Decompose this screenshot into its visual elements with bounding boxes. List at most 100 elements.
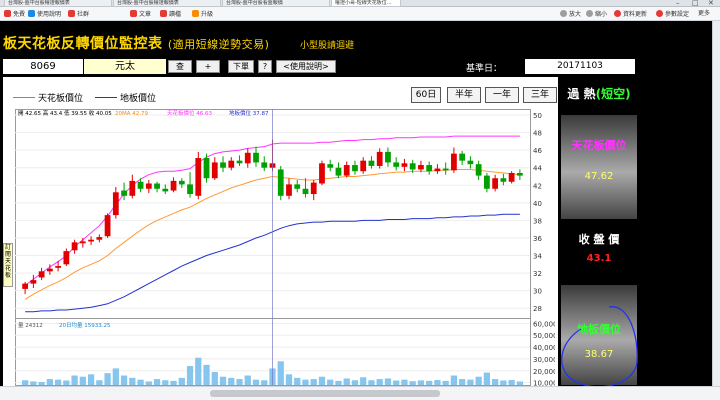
price-tick-label: 28 — [533, 305, 542, 313]
horizontal-scrollbar[interactable] — [0, 386, 720, 400]
toolbar-refresh[interactable]: 資料更新 — [614, 10, 647, 19]
hand-drawn-circle — [561, 306, 638, 387]
minimize-icon[interactable]: – — [676, 0, 680, 7]
volume-bar — [516, 381, 524, 385]
volume-tick-label: 50,000 — [533, 332, 555, 340]
price-tick-label: 34 — [533, 253, 542, 261]
summary-panel: 過 熱(短空) 天花板價位 47.62 收 盤 價 43.1 地板價位 38.6… — [559, 77, 639, 387]
volume-tick-label: 20,000 — [533, 368, 555, 376]
chart-panel: 天花板價位 地板價位 60日 半年 一年 三年 訂閱天花板 28 30 32 34 36… — [3, 77, 558, 387]
toolbar-item-label: 放大 — [569, 11, 582, 18]
close-window-icon[interactable]: ✕ — [708, 0, 714, 7]
volume-bar — [442, 380, 449, 385]
candle-body — [112, 192, 119, 216]
candle-body — [409, 163, 416, 170]
title-note: (適用短線逆勢交易) — [167, 38, 270, 51]
volume-bar — [475, 376, 482, 385]
upgrade-icon — [192, 10, 199, 17]
article-icon — [130, 10, 137, 17]
volume-bar — [219, 376, 227, 385]
browser-tab-active[interactable]: 權證小哥-短線天花板位... — [331, 0, 401, 7]
candle-body — [79, 241, 86, 244]
toolbar-item-upgrade[interactable]: 升級 — [192, 10, 213, 19]
candle-body — [71, 242, 78, 251]
toolbar-zoom-out[interactable]: 縮小 — [586, 10, 607, 19]
volume-bar — [170, 380, 177, 385]
base-date-field[interactable]: 20171103 — [525, 59, 635, 74]
candle-body — [442, 168, 449, 171]
period-button-one-year[interactable]: 一年 — [485, 87, 519, 103]
volume-tick-label: 30,000 — [533, 356, 555, 364]
volume-bar — [483, 372, 491, 385]
candle-body — [88, 239, 94, 242]
base-date-label: 基準日： — [466, 64, 503, 74]
browser-tab[interactable]: 台灣股-盤中台股權證報價表 — [113, 0, 221, 7]
volume-bar — [401, 379, 408, 385]
legend-label: 地板價位 — [120, 94, 157, 104]
maximize-icon[interactable]: □ — [692, 0, 699, 7]
volume-bar — [351, 380, 359, 385]
volume-bar — [137, 379, 144, 385]
candle-body — [38, 271, 45, 278]
candle-body — [310, 182, 317, 195]
help-button[interactable]: ? — [258, 60, 272, 73]
usage-button[interactable]: <使用說明> — [276, 60, 336, 73]
volume-bar — [112, 368, 119, 385]
toolbar-more[interactable]: 更多 — [698, 10, 710, 18]
volume-bar — [186, 366, 194, 385]
volume-bar — [203, 364, 210, 385]
candle-body — [236, 160, 243, 164]
candle-body — [145, 183, 152, 189]
stock-code-input[interactable]: 8069 — [3, 59, 83, 74]
candle-body — [319, 163, 325, 184]
toolbar-item-community[interactable]: 社群 — [68, 10, 89, 19]
period-button-60d[interactable]: 60日 — [411, 87, 441, 103]
chart-info-label: 20MA 42.79 — [115, 111, 149, 117]
candle-body — [187, 184, 193, 195]
candle-body — [203, 158, 210, 179]
add-button[interactable]: + — [196, 60, 220, 73]
volume-bar — [467, 379, 474, 385]
toolbar-item-articles[interactable]: 文章 — [130, 10, 151, 19]
browser-tab[interactable]: 台灣股-盤中台股看盤報價 — [222, 0, 330, 7]
price-tick-label: 32 — [533, 270, 542, 278]
toolbar-item-free[interactable]: 免費 — [4, 10, 25, 19]
candle-body — [286, 184, 292, 196]
period-button-three-year[interactable]: 三年 — [523, 87, 557, 103]
period-button-half-year[interactable]: 半年 — [447, 87, 481, 103]
candle-body — [63, 251, 70, 265]
toolbar-settings[interactable]: 參數設定 — [656, 10, 689, 19]
legend-swatch — [95, 97, 117, 98]
browser-tab[interactable]: 台灣股-盤中台股權證報價表 — [4, 0, 112, 7]
legend-swatch — [13, 97, 35, 98]
volume-bar — [178, 377, 185, 385]
toolbar-item-label: 參數設定 — [665, 11, 690, 18]
toolbar-zoom-in[interactable]: 放大 — [560, 10, 581, 19]
toolbar-item-read[interactable]: 讀檔 — [160, 10, 181, 19]
scrollbar-thumb[interactable] — [210, 390, 440, 397]
volume-bar — [459, 379, 466, 385]
zoom-in-icon — [560, 10, 567, 17]
toolbar-item-help[interactable]: 使用說明 — [28, 10, 61, 19]
toolbar-item-label: 縮小 — [595, 11, 608, 18]
toolbar-item-label: 使用說明 — [37, 11, 62, 18]
price-tick-label: 40 — [533, 200, 542, 208]
volume-bar — [285, 374, 293, 385]
order-button[interactable]: 下單 — [228, 60, 254, 73]
candle-body — [46, 268, 53, 272]
volume-tick-label: 40,000 — [533, 344, 555, 352]
candle-body — [302, 188, 309, 195]
query-button[interactable]: 查 — [168, 60, 192, 73]
candle-body — [352, 165, 358, 172]
volume-bar — [417, 380, 425, 385]
subscribe-ceiling-tag[interactable]: 訂閱天花板 — [3, 243, 13, 287]
toolbar-item-label: 更多 — [698, 10, 711, 17]
vertical-scrollbar[interactable] — [712, 21, 720, 386]
toolbar-item-label: 社群 — [77, 11, 90, 18]
price-tick-label: 38 — [533, 217, 542, 225]
volume-bar — [87, 374, 95, 385]
query-row: 8069 元太 查 + 下單 ? <使用說明> 基準日： 20171103 — [0, 59, 635, 75]
stock-name-field: 元太 — [84, 59, 166, 74]
candle-body — [343, 165, 350, 176]
volume-bar — [409, 381, 416, 385]
